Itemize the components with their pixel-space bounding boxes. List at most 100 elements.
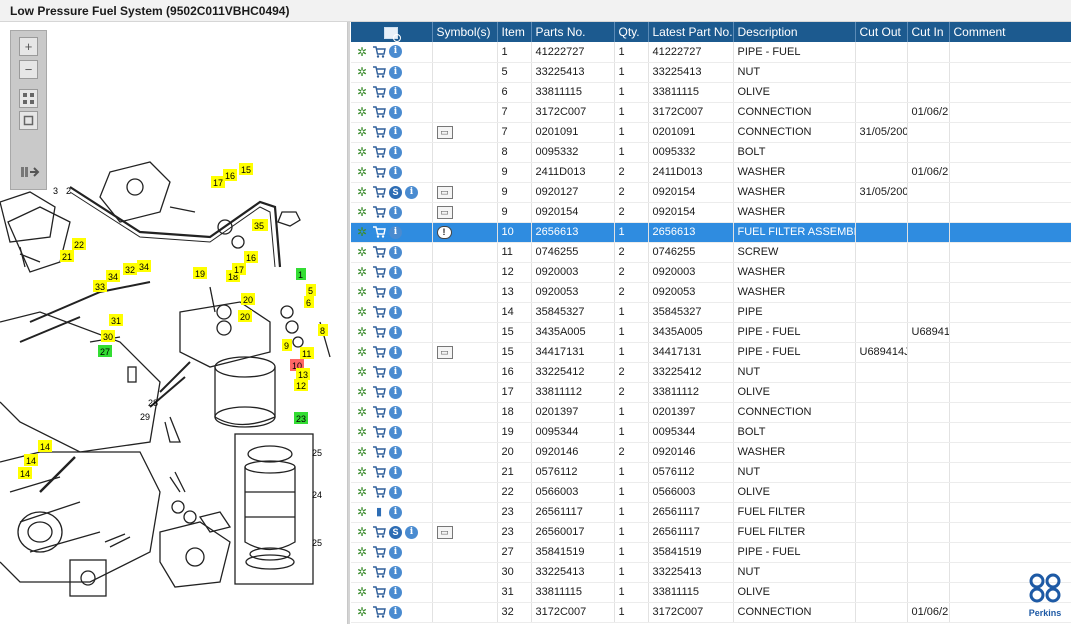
table-row[interactable]: ✲ i 27 35841519 1 35841519 PIPE - FUEL bbox=[351, 542, 1071, 563]
info-icon[interactable]: i bbox=[389, 145, 402, 159]
configure-gear-icon[interactable]: ✲ bbox=[355, 65, 369, 79]
table-row[interactable]: ✲ i 7 3172C007 1 3172C007 CONNECTION 01/06/2 bbox=[351, 102, 1071, 123]
add-to-cart-icon[interactable] bbox=[372, 185, 386, 199]
table-row[interactable]: ✲ i ▭ 9 0920154 2 0920154 WASHER bbox=[351, 202, 1071, 223]
add-to-cart-icon[interactable] bbox=[372, 105, 386, 119]
table-row[interactable]: ✲ i 20 0920146 2 0920146 WASHER bbox=[351, 442, 1071, 463]
add-to-cart-icon[interactable] bbox=[372, 165, 386, 179]
configure-gear-icon[interactable]: ✲ bbox=[355, 205, 369, 219]
info-icon[interactable]: i bbox=[389, 545, 402, 559]
add-to-cart-icon[interactable] bbox=[372, 405, 386, 419]
table-row[interactable]: ✲ Si ▭ 9 0920127 2 0920154 WASHER 31/05/200 bbox=[351, 182, 1071, 203]
add-to-cart-icon[interactable] bbox=[372, 145, 386, 159]
info-icon[interactable]: i bbox=[389, 285, 402, 299]
table-row[interactable]: ✲ i 17 33811112 2 33811112 OLIVE bbox=[351, 382, 1071, 403]
info-icon[interactable]: i bbox=[389, 405, 402, 419]
table-row[interactable]: ✲ i 14 35845327 1 35845327 PIPE bbox=[351, 302, 1071, 323]
configure-gear-icon[interactable]: ✲ bbox=[355, 285, 369, 299]
illustration-symbol-icon[interactable]: ▭ bbox=[436, 205, 453, 219]
table-row[interactable]: ✲ i 30 33225413 1 33225413 NUT bbox=[351, 562, 1071, 583]
column-header-latest-part-no[interactable]: Latest Part No. bbox=[648, 22, 734, 42]
configure-gear-icon[interactable]: ✲ bbox=[355, 525, 369, 539]
documentation-icon[interactable]: ▮ bbox=[372, 505, 386, 519]
configure-gear-icon[interactable]: ✲ bbox=[355, 185, 369, 199]
add-to-cart-icon[interactable] bbox=[372, 265, 386, 279]
table-row[interactable]: ✲ i 9 2411D013 2 2411D013 WASHER 01/06/2 bbox=[351, 162, 1071, 183]
configure-gear-icon[interactable]: ✲ bbox=[355, 425, 369, 439]
column-header-symbols[interactable]: Symbol(s) bbox=[432, 22, 498, 42]
info-icon[interactable]: i bbox=[389, 305, 402, 319]
column-header-cut-out[interactable]: Cut Out bbox=[855, 22, 908, 42]
exploded-diagram-pane[interactable]: 32 15 17 16 35 1 5 6 22 21 34 32 33 34 1… bbox=[0, 22, 348, 624]
configure-gear-icon[interactable]: ✲ bbox=[355, 485, 369, 499]
info-icon[interactable]: i bbox=[389, 605, 402, 619]
table-row[interactable]: ✲ i 8 0095332 1 0095332 BOLT bbox=[351, 142, 1071, 163]
info-icon[interactable]: i bbox=[389, 325, 402, 339]
configure-gear-icon[interactable]: ✲ bbox=[355, 125, 369, 139]
add-to-cart-icon[interactable] bbox=[372, 585, 386, 599]
zoom-in-button[interactable]: + bbox=[19, 37, 38, 56]
table-row[interactable]: ✲ i 11 0746255 2 0746255 SCREW bbox=[351, 242, 1071, 263]
info-icon[interactable]: i bbox=[389, 205, 402, 219]
zoom-out-button[interactable]: − bbox=[19, 60, 38, 79]
add-to-cart-icon[interactable] bbox=[372, 605, 386, 619]
info-icon[interactable]: i bbox=[389, 505, 402, 519]
configure-gear-icon[interactable]: ✲ bbox=[355, 545, 369, 559]
info-icon[interactable]: i bbox=[389, 245, 402, 259]
info-icon[interactable]: i bbox=[389, 165, 402, 179]
add-to-cart-icon[interactable] bbox=[372, 425, 386, 439]
info-icon[interactable]: i bbox=[389, 365, 402, 379]
add-to-cart-icon[interactable] bbox=[372, 65, 386, 79]
info-icon[interactable]: i bbox=[389, 105, 402, 119]
table-row[interactable]: ✲ i 31 33811115 1 33811115 OLIVE bbox=[351, 582, 1071, 603]
configure-gear-icon[interactable]: ✲ bbox=[355, 105, 369, 119]
table-row[interactable]: ✲ Si ▭ 23 26560017 1 26561117 FUEL FILTER bbox=[351, 522, 1071, 543]
table-row[interactable]: ✲ i 12 0920003 2 0920003 WASHER bbox=[351, 262, 1071, 283]
add-to-cart-icon[interactable] bbox=[372, 365, 386, 379]
table-row[interactable]: ✲ ▮ i 23 26561117 1 26561117 FUEL FILTER bbox=[351, 502, 1071, 523]
info-icon[interactable]: i bbox=[389, 65, 402, 79]
table-row[interactable]: ✲ i 18 0201397 1 0201397 CONNECTION bbox=[351, 402, 1071, 423]
exploded-diagram[interactable]: 32 15 17 16 35 1 5 6 22 21 34 32 33 34 1… bbox=[0, 22, 348, 624]
configure-gear-icon[interactable]: ✲ bbox=[355, 145, 369, 159]
supersession-icon[interactable]: S bbox=[389, 185, 402, 199]
configure-gear-icon[interactable]: ✲ bbox=[355, 225, 369, 239]
configure-gear-icon[interactable]: ✲ bbox=[355, 265, 369, 279]
add-to-cart-icon[interactable] bbox=[372, 445, 386, 459]
info-icon[interactable]: i bbox=[405, 185, 418, 199]
add-to-cart-icon[interactable] bbox=[372, 465, 386, 479]
illustration-symbol-icon[interactable]: ▭ bbox=[436, 125, 453, 139]
add-to-cart-icon[interactable] bbox=[372, 565, 386, 579]
add-to-cart-icon[interactable] bbox=[372, 325, 386, 339]
column-header-cut-in[interactable]: Cut In bbox=[907, 22, 950, 42]
info-icon[interactable]: i bbox=[389, 125, 402, 139]
info-icon[interactable]: i bbox=[389, 385, 402, 399]
info-icon[interactable]: i bbox=[389, 485, 402, 499]
table-row[interactable]: ✲ i 13 0920053 2 0920053 WASHER bbox=[351, 282, 1071, 303]
add-to-cart-icon[interactable] bbox=[372, 285, 386, 299]
table-row[interactable]: ✲ i 6 33811115 1 33811115 OLIVE bbox=[351, 82, 1071, 103]
info-icon[interactable]: i bbox=[389, 445, 402, 459]
table-row[interactable]: ✲ i 22 0566003 1 0566003 OLIVE bbox=[351, 482, 1071, 503]
search-parts-icon[interactable] bbox=[384, 26, 402, 42]
configure-gear-icon[interactable]: ✲ bbox=[355, 165, 369, 179]
configure-gear-icon[interactable]: ✲ bbox=[355, 585, 369, 599]
add-to-cart-icon[interactable] bbox=[372, 205, 386, 219]
export-icon[interactable] bbox=[19, 163, 41, 181]
table-row[interactable]: ✲ i 15 3435A005 1 3435A005 PIPE - FUEL U68941 bbox=[351, 322, 1071, 343]
configure-gear-icon[interactable]: ✲ bbox=[355, 345, 369, 359]
info-icon[interactable]: i bbox=[389, 425, 402, 439]
table-row[interactable]: ✲ i ▭ 7 0201091 1 0201091 CONNECTION 31/05/200 bbox=[351, 122, 1071, 143]
info-icon[interactable]: i bbox=[389, 465, 402, 479]
add-to-cart-icon[interactable] bbox=[372, 125, 386, 139]
info-icon[interactable]: i bbox=[389, 265, 402, 279]
add-to-cart-icon[interactable] bbox=[372, 85, 386, 99]
info-icon[interactable]: i bbox=[389, 45, 402, 59]
table-row[interactable]: ✲ i 21 0576112 1 0576112 NUT bbox=[351, 462, 1071, 483]
column-header-actions[interactable] bbox=[351, 22, 433, 42]
add-to-cart-icon[interactable] bbox=[372, 225, 386, 239]
table-row[interactable]: ✲ i 32 3172C007 1 3172C007 CONNECTION 01/06/2 bbox=[351, 602, 1071, 623]
add-to-cart-icon[interactable] bbox=[372, 245, 386, 259]
table-row[interactable]: ✲ i 19 0095344 1 0095344 BOLT bbox=[351, 422, 1071, 443]
add-to-cart-icon[interactable] bbox=[372, 485, 386, 499]
